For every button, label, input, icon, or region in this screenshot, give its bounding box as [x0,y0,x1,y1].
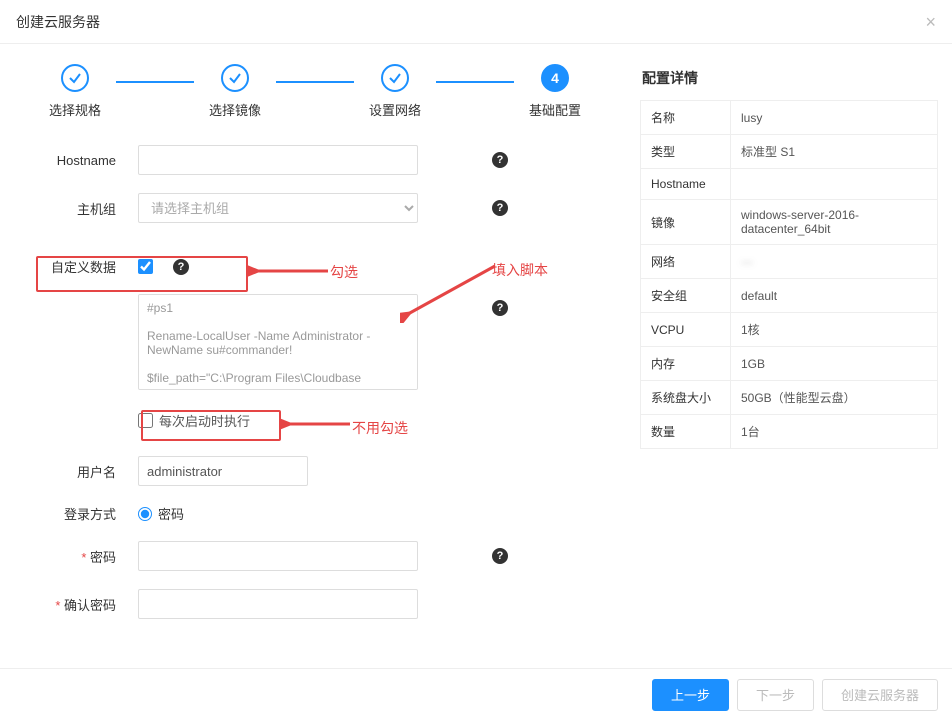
customdata-label: 自定义数据 [10,257,138,276]
details-k: 镜像 [641,200,731,245]
stepper: 选择规格 选择镜像 设置网络 4 [30,64,600,119]
close-icon[interactable]: × [925,0,936,44]
details-v: 标准型 S1 [731,135,938,169]
details-v: 1核 [731,313,938,347]
hostgroup-label: 主机组 [10,199,138,218]
table-row: 内存1GB [641,347,938,381]
details-v: lusy [731,101,938,135]
details-k: 内存 [641,347,731,381]
step-check-icon [61,64,89,92]
table-row: 类型标准型 S1 [641,135,938,169]
table-row: Hostname [641,169,938,200]
left-pane: 选择规格 选择镜像 设置网络 4 [0,58,630,637]
details-k: 网络 [641,245,731,279]
help-icon[interactable]: ? [492,548,508,564]
run-on-boot-label: 每次启动时执行 [159,411,250,430]
login-password-option: 密码 [158,504,184,523]
password-input[interactable] [138,541,418,571]
hostname-input[interactable] [138,145,418,175]
row-confirm-password: 确认密码 [10,589,620,619]
details-k: 名称 [641,101,731,135]
details-v: 1台 [731,415,938,449]
password-label: 密码 [10,547,138,566]
modal-body: 选择规格 选择镜像 设置网络 4 [0,44,952,637]
table-row: 名称lusy [641,101,938,135]
details-k: 系统盘大小 [641,381,731,415]
details-k: 类型 [641,135,731,169]
confirm-password-label: 确认密码 [10,595,138,614]
confirm-password-input[interactable] [138,589,418,619]
row-hostgroup: 主机组 请选择主机组 ? [10,193,620,223]
table-row: VCPU1核 [641,313,938,347]
help-icon[interactable]: ? [492,200,508,216]
details-v: ··· [731,245,938,279]
script-textarea[interactable]: #ps1 Rename-LocalUser -Name Administrato… [138,294,418,390]
step-current-icon: 4 [541,64,569,92]
details-v: windows-server-2016-datacenter_64bit [731,200,938,245]
details-v [731,169,938,200]
run-on-boot-checkbox[interactable] [138,413,153,428]
step-line [436,81,514,83]
step-4-label: 基础配置 [529,100,581,119]
login-password-radio[interactable] [138,507,152,521]
next-button[interactable]: 下一步 [737,679,814,711]
step-line [276,81,354,83]
details-table: 名称lusy 类型标准型 S1 Hostname 镜像windows-serve… [640,100,938,449]
details-k: 安全组 [641,279,731,313]
step-check-icon [381,64,409,92]
step-1-label: 选择规格 [49,100,101,119]
details-k: VCPU [641,313,731,347]
details-k: 数量 [641,415,731,449]
row-password: 密码 ? [10,541,620,571]
username-input[interactable] [138,456,308,486]
help-icon[interactable]: ? [173,259,189,275]
row-username: 用户名 [10,456,620,486]
login-method-label: 登录方式 [10,504,138,523]
table-row: 数量1台 [641,415,938,449]
step-line [116,81,194,83]
create-button[interactable]: 创建云服务器 [822,679,938,711]
right-pane: 配置详情 名称lusy 类型标准型 S1 Hostname 镜像windows-… [630,58,952,637]
help-icon[interactable]: ? [492,300,508,316]
row-run-on-boot: 每次启动时执行 [10,411,620,430]
row-customdata: 自定义数据 ? [10,257,620,276]
hostgroup-select[interactable]: 请选择主机组 [138,193,418,223]
step-2-label: 选择镜像 [209,100,261,119]
row-hostname: Hostname ? [10,145,620,175]
table-row: 安全组default [641,279,938,313]
step-check-icon [221,64,249,92]
row-login-method: 登录方式 密码 [10,504,620,523]
table-row: 系统盘大小50GB（性能型云盘） [641,381,938,415]
table-row: 网络··· [641,245,938,279]
help-icon[interactable]: ? [492,152,508,168]
details-v: default [731,279,938,313]
modal-header: 创建云服务器 × [0,0,952,44]
modal-footer: 上一步 下一步 创建云服务器 [0,668,952,720]
details-v: 1GB [731,347,938,381]
step-2: 选择镜像 [190,64,280,119]
customdata-checkbox[interactable] [138,259,153,274]
modal-title: 创建云服务器 [16,0,100,44]
username-label: 用户名 [10,462,138,481]
step-1: 选择规格 [30,64,120,119]
step-3-label: 设置网络 [369,100,421,119]
modal: 创建云服务器 × 选择规格 选择镜像 [0,0,952,720]
row-script: #ps1 Rename-LocalUser -Name Administrato… [10,294,620,393]
table-row: 镜像windows-server-2016-datacenter_64bit [641,200,938,245]
details-title: 配置详情 [642,68,938,88]
hostname-label: Hostname [10,153,138,168]
prev-button[interactable]: 上一步 [652,679,729,711]
step-4: 4 基础配置 [510,64,600,119]
step-3: 设置网络 [350,64,440,119]
details-k: Hostname [641,169,731,200]
details-v: 50GB（性能型云盘） [731,381,938,415]
